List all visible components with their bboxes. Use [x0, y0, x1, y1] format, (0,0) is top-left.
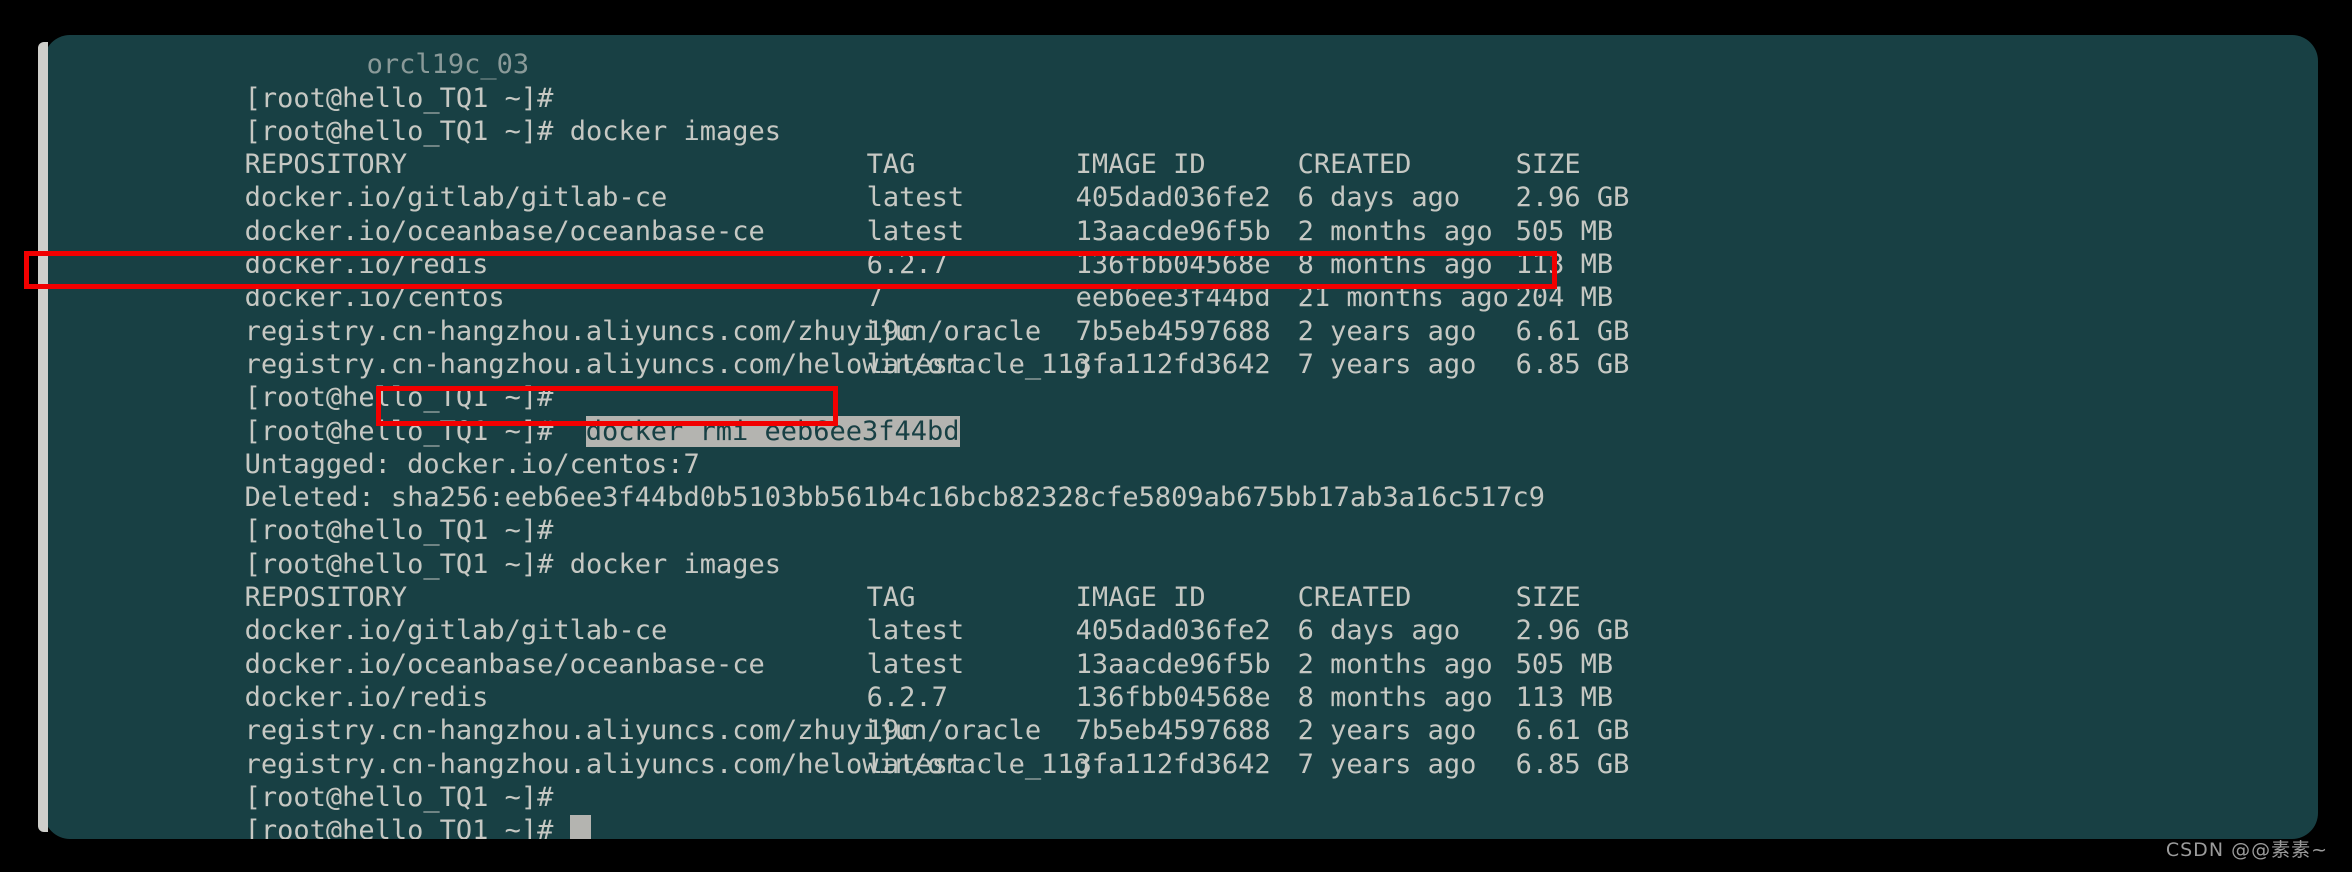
- watermark-label: CSDN @@素素~: [2165, 839, 2328, 861]
- prompt-label: [root@hello_TQ1 ~]#: [244, 815, 554, 839]
- table-row: registry.cn-hangzhou.aliyuncs.com/zhuyij…: [44, 681, 2318, 746]
- terminal-line-clipped-top: orcl19c_03: [44, 35, 2318, 80]
- table-row: registry.cn-hangzhou.aliyuncs.com/helowi…: [44, 315, 2318, 380]
- table-row: registry.cn-hangzhou.aliyuncs.com/zhuyij…: [44, 281, 2318, 347]
- terminal-screen[interactable]: orcl19c_03 [root@hello_TQ1 ~]# [root@hel…: [44, 35, 2318, 839]
- terminal-line-prompt-4: [root@hello_TQ1 ~]#: [44, 748, 2318, 813]
- terminal-line-prompt-3: [root@hello_TQ1 ~]#: [44, 481, 2318, 546]
- table-row: docker.io/redis 6.2.7 136fbb04568e 8 months…: [44, 215, 2318, 280]
- screenshot-root: orcl19c_03 [root@hello_TQ1 ~]# [root@hel…: [0, 0, 2352, 872]
- table-row: docker.io/gitlab/gitlab-ce latest 405dad03…: [44, 581, 2318, 646]
- cursor-icon: [569, 815, 591, 839]
- terminal-line-cmd-docker-rmi: [root@hello_TQ1 ~]# docker rmi eeb6ee3f4…: [44, 381, 2318, 447]
- terminal-line-prompt-active[interactable]: [root@hello_TQ1 ~]#: [44, 781, 2318, 839]
- terminal-line-untagged: Untagged: docker.io/centos:7: [44, 415, 2318, 480]
- terminal-line-prompt-2: [root@hello_TQ1 ~]#: [44, 348, 2318, 413]
- table-row: docker.io/gitlab/gitlab-ce latest 405dad03…: [44, 148, 2318, 213]
- table-row-centos-highlighted: docker.io/centos 7 eeb6ee3f44bd 21 months a…: [44, 248, 2318, 313]
- terminal-line-prompt-1: [root@hello_TQ1 ~]#: [44, 48, 2318, 114]
- table-row: docker.io/redis 6.2.7 136fbb04568e 8 months…: [44, 648, 2318, 713]
- images-table-header-2: REPOSITORY TAG IMAGE ID CREATED SIZE: [44, 548, 2318, 613]
- terminal-output-lines: orcl19c_03 [root@hello_TQ1 ~]# [root@hel…: [44, 35, 2318, 839]
- terminal-window[interactable]: orcl19c_03 [root@hello_TQ1 ~]# [root@hel…: [44, 35, 2318, 839]
- table-row: docker.io/oceanbase/oceanbase-ce latest 13…: [44, 614, 2318, 680]
- images-table-header-1: REPOSITORY TAG IMAGE ID CREATED SIZE: [44, 115, 2318, 180]
- table-row: docker.io/oceanbase/oceanbase-ce latest 13…: [44, 181, 2318, 247]
- table-row: registry.cn-hangzhou.aliyuncs.com/helowi…: [44, 714, 2318, 780]
- terminal-line-cmd-docker-images-1: [root@hello_TQ1 ~]# docker images: [44, 82, 2318, 147]
- terminal-line-cmd-docker-images-2: [root@hello_TQ1 ~]# docker images: [44, 514, 2318, 580]
- terminal-left-edge: [38, 42, 48, 832]
- terminal-line-deleted: Deleted: sha256:eeb6ee3f44bd0b5103bb561b…: [44, 448, 2318, 513]
